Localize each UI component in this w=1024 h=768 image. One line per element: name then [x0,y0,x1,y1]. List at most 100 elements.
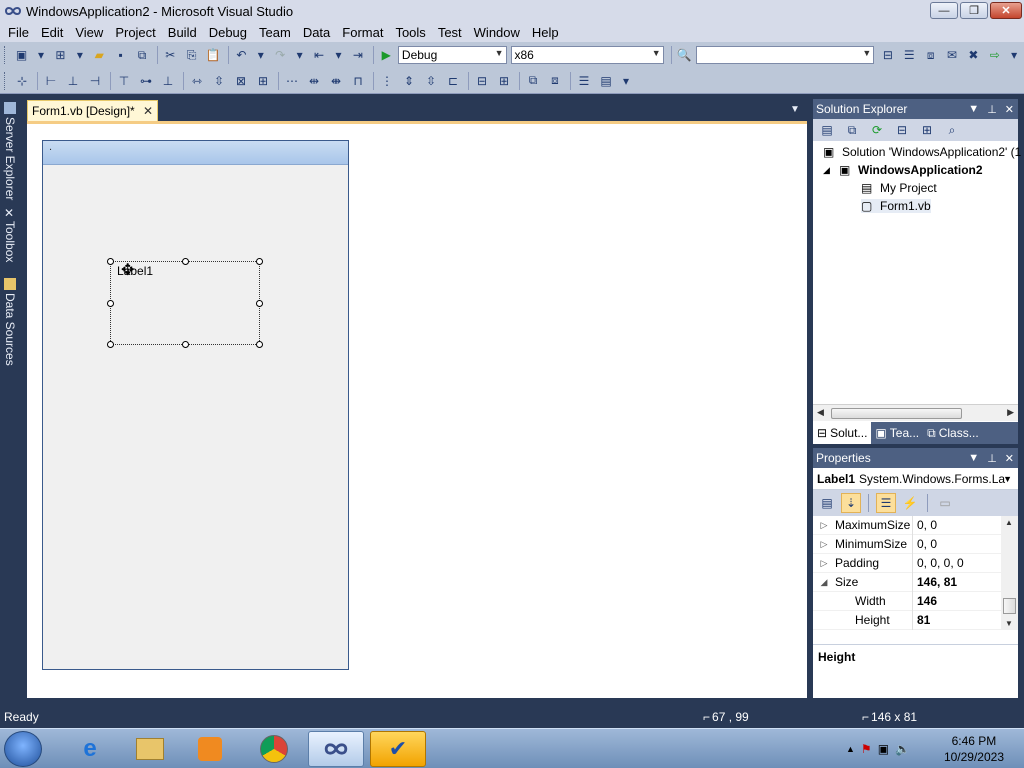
tab-order-icon[interactable]: ☰ [574,71,594,91]
object-selector[interactable]: Label1 System.Windows.Forms.La ▼ [813,468,1018,490]
copy-icon[interactable]: ⎘ [182,45,201,65]
active-files-dropdown-icon[interactable]: ▼ [790,104,800,115]
make-same-size-icon[interactable]: ⊠ [231,71,251,91]
increase-vertical-spacing-icon[interactable]: ⇕ [399,71,419,91]
cut-icon[interactable]: ✂ [161,45,180,65]
make-horizontal-spacing-equal-icon[interactable]: ⋯ [282,71,302,91]
property-row-size[interactable]: ◢ Size 146, 81 [813,572,1001,592]
show-all-files-icon[interactable]: ⧉ [842,120,862,140]
navigate-forward-icon[interactable]: ⇥ [348,45,367,65]
align-bottoms-icon[interactable]: ⊥ [158,71,178,91]
property-row-maximumsize[interactable]: ▷ MaximumSize 0, 0 [813,516,1001,535]
toolbar-grip[interactable] [4,71,8,90]
property-value[interactable]: 0, 0, 0, 0 [913,556,964,570]
clock[interactable]: 6:46 PM 10/29/2023 [944,733,1004,765]
collapse-arrow-icon[interactable]: ◢ [823,165,839,176]
navigate-backward-icon[interactable]: ⇤ [309,45,328,65]
menu-help[interactable]: Help [526,25,565,40]
property-row-width[interactable]: Width 146 [813,591,1001,611]
redo-icon[interactable]: ↷ [271,45,290,65]
send-to-back-icon[interactable]: ⧈ [545,71,565,91]
alphabetical-icon[interactable]: ⇣ [841,493,861,513]
server-explorer-tab[interactable]: Server Explorer [2,102,18,202]
design-surface[interactable]: . Label1 ✥ [27,121,807,698]
resize-handle-top-left[interactable] [107,258,114,265]
menu-tools[interactable]: Tools [389,25,431,40]
align-centers-icon[interactable]: ⊥ [63,71,83,91]
form1[interactable]: . Label1 ✥ [42,140,349,670]
show-hidden-icons-icon[interactable]: ▲ [846,744,855,754]
properties-icon[interactable]: ▤ [817,120,837,140]
dropdown-arrow-icon[interactable]: ▾ [33,45,48,65]
object-browser-icon[interactable]: ⧈ [921,45,940,65]
menu-file[interactable]: File [2,25,35,40]
menu-view[interactable]: View [69,25,109,40]
close-panel-icon[interactable]: ✕ [1005,452,1014,465]
size-to-grid-icon[interactable]: ⊞ [253,71,273,91]
view-class-diagram-icon[interactable]: ⌕ [942,120,962,140]
align-middles-icon[interactable]: ⊶ [136,71,156,91]
remove-horizontal-spacing-icon[interactable]: ⊓ [348,71,368,91]
align-lefts-icon[interactable]: ⊢ [41,71,61,91]
start-page-icon[interactable]: ⇨ [985,45,1004,65]
make-same-width-icon[interactable]: ⇿ [187,71,207,91]
menu-test[interactable]: Test [432,25,468,40]
toolbox-icon[interactable]: ✉ [942,45,961,65]
volume-muted-icon[interactable]: 🔈 [895,742,910,756]
menu-build[interactable]: Build [162,25,203,40]
add-item-icon[interactable]: ⊞ [51,45,70,65]
action-center-icon[interactable]: ⚑ [861,742,872,756]
categorized-icon[interactable]: ▤ [817,493,837,513]
menu-team[interactable]: Team [253,25,297,40]
properties-window-icon[interactable]: ☰ [900,45,919,65]
network-icon[interactable]: ▣ [878,742,889,756]
expand-arrow-icon[interactable]: ▷ [813,539,835,550]
undo-icon[interactable]: ↶ [232,45,251,65]
extension-manager-icon[interactable]: ✖ [964,45,983,65]
expand-arrow-icon[interactable]: ▷ [813,558,835,569]
resize-handle-top-right[interactable] [256,258,263,265]
menu-project[interactable]: Project [109,25,161,40]
tree-item-project[interactable]: ◢ ▣ WindowsApplication2 [823,163,983,177]
property-row-padding[interactable]: ▷ Padding 0, 0, 0, 0 [813,553,1001,573]
window-position-icon[interactable]: ▼ [968,452,979,465]
dropdown-arrow-icon[interactable]: ▾ [331,45,346,65]
decrease-vertical-spacing-icon[interactable]: ⇳ [421,71,441,91]
make-same-height-icon[interactable]: ⇳ [209,71,229,91]
close-panel-icon[interactable]: ✕ [1005,103,1014,116]
internet-explorer-icon[interactable]: e [62,731,118,767]
dropdown-arrow-icon[interactable]: ▾ [618,71,634,91]
scroll-left-icon[interactable]: ◀ [817,407,824,418]
solution-configuration-select[interactable]: Debug ▼ [397,46,507,64]
scroll-right-icon[interactable]: ▶ [1007,407,1014,418]
tree-item-my-project[interactable]: ▤ My Project [861,181,937,195]
property-pages-icon[interactable]: ▭ [935,493,955,513]
paste-icon[interactable]: 📋 [203,45,222,65]
refresh-icon[interactable]: ⟳ [867,120,887,140]
minimize-button[interactable]: — [930,2,958,19]
property-value[interactable]: 146 [913,594,937,608]
save-icon[interactable]: ▪ [111,45,130,65]
center-horizontally-icon[interactable]: ⊟ [472,71,492,91]
scroll-down-icon[interactable]: ▼ [1005,619,1013,628]
tree-item-form1[interactable]: ▢ Form1.vb [861,199,931,213]
resize-handle-bottom[interactable] [182,341,189,348]
solution-explorer-icon[interactable]: ⊟ [878,45,897,65]
menu-edit[interactable]: Edit [35,25,69,40]
new-project-icon[interactable]: ▣ [12,45,31,65]
resize-handle-left[interactable] [107,300,114,307]
file-explorer-icon[interactable] [122,731,178,767]
view-code-icon[interactable]: ⊟ [892,120,912,140]
align-rights-icon[interactable]: ⊣ [85,71,105,91]
auto-hide-pin-icon[interactable]: ⊥ [987,103,997,116]
increase-horizontal-spacing-icon[interactable]: ⇹ [304,71,324,91]
maximize-button[interactable]: ❐ [960,2,988,19]
label1-control[interactable]: Label1 ✥ [107,258,263,348]
form-title-bar[interactable]: . [43,141,348,165]
auto-hide-pin-icon[interactable]: ⊥ [987,452,997,465]
dropdown-arrow-icon[interactable]: ▾ [72,45,87,65]
resize-handle-right[interactable] [256,300,263,307]
menu-format[interactable]: Format [336,25,389,40]
data-sources-tab[interactable]: Data Sources [2,278,18,368]
menu-debug[interactable]: Debug [203,25,253,40]
